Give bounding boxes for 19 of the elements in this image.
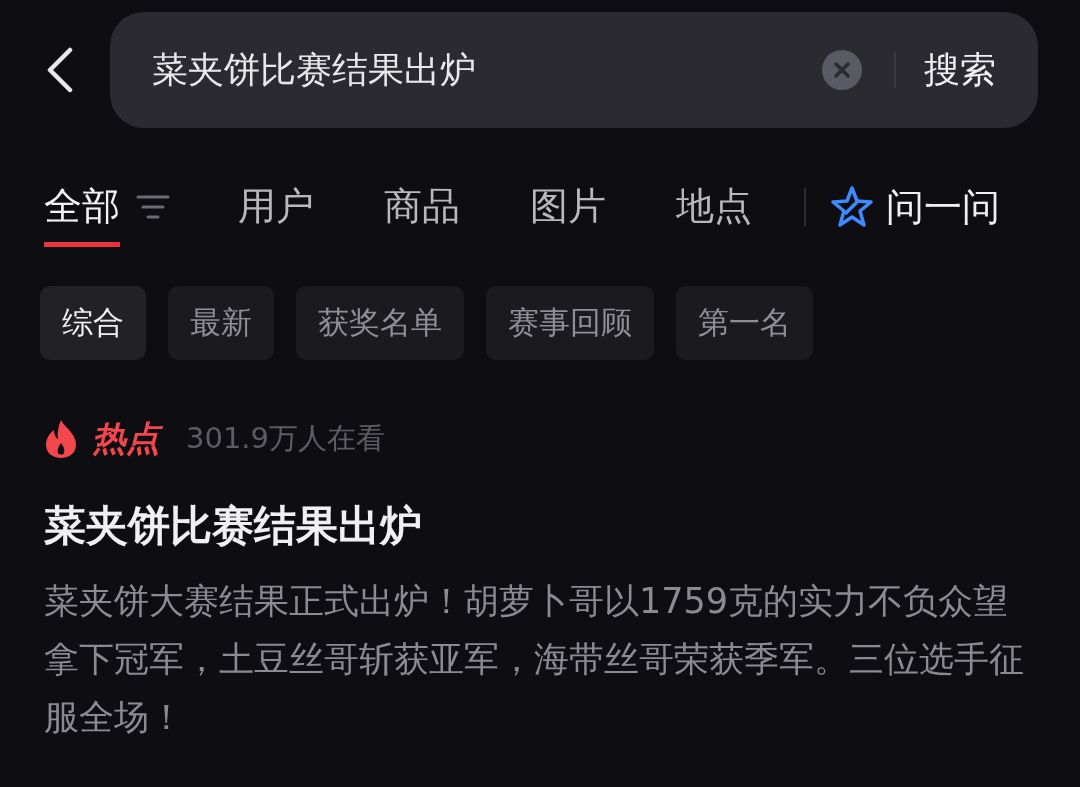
search-field[interactable]: 菜夹饼比赛结果出炉 搜索 — [110, 12, 1038, 128]
filter-chip[interactable]: 最新 — [168, 286, 274, 360]
result-summary: 菜夹饼大赛结果正式出炉！胡萝卜哥以1759克的实力不负众望拿下冠军，土豆丝哥斩获亚军，海带丝哥荣获季军。三位选手征服全场！ — [44, 580, 1025, 739]
result-title[interactable]: 菜夹饼比赛结果出炉 — [44, 498, 1036, 554]
filter-chip[interactable]: 综合 — [40, 286, 146, 360]
viewer-count: 301.9万人在看 — [186, 420, 386, 457]
clear-icon[interactable] — [822, 50, 862, 90]
filter-chip[interactable]: 获奖名单 — [296, 286, 464, 360]
tab[interactable]: 商品 — [384, 167, 460, 247]
flame-icon — [44, 419, 78, 459]
ask-button[interactable]: 问一问 — [830, 181, 1000, 233]
tab[interactable]: 用户 — [238, 167, 314, 247]
tab[interactable]: 地点 — [676, 167, 752, 247]
tab[interactable]: 全部 — [44, 167, 120, 247]
filter-icon[interactable] — [136, 194, 170, 220]
tab[interactable]: 图片 — [530, 167, 606, 247]
filter-chip[interactable]: 第一名 — [676, 286, 813, 360]
search-button[interactable]: 搜索 — [924, 45, 996, 95]
filter-chip[interactable]: 赛事回顾 — [486, 286, 654, 360]
